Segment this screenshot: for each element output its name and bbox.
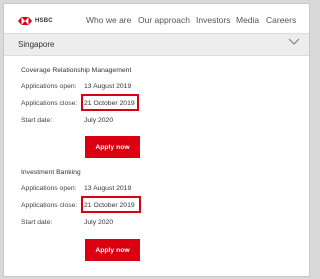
nav-who-we-are[interactable]: Who we are [86, 15, 131, 25]
apply-now-button[interactable]: Apply now [85, 239, 140, 261]
nav-media[interactable]: Media [236, 15, 259, 25]
programme-title: Coverage Relationship Management [21, 67, 132, 74]
applications-open-value: 13 August 2019 [84, 83, 132, 90]
applications-open-label: Applications open: [21, 83, 77, 90]
applications-close-label: Applications close: [21, 202, 78, 209]
nav-investors[interactable]: Investors [196, 15, 231, 25]
chevron-down-icon [288, 38, 300, 45]
start-date-label: Start date: [21, 117, 53, 124]
site-header: HSBC Who we are Our approach Investors M… [4, 4, 309, 32]
nav-our-approach[interactable]: Our approach [138, 15, 190, 25]
start-date-label: Start date: [21, 219, 53, 226]
applications-close-value: 21 October 2019 [84, 202, 135, 209]
start-date-value: July 2020 [84, 219, 114, 226]
nav-careers[interactable]: Careers [266, 15, 296, 25]
region-selector[interactable]: Singapore [4, 33, 309, 56]
programme-title: Investment Banking [21, 169, 81, 176]
region-label: Singapore [18, 40, 55, 49]
apply-now-button[interactable]: Apply now [85, 136, 140, 158]
applications-close-label: Applications close: [21, 100, 78, 107]
start-date-value: July 2020 [84, 117, 114, 124]
applications-open-label: Applications open: [21, 185, 77, 192]
page-frame: HSBC Who we are Our approach Investors M… [3, 3, 310, 277]
applications-open-value: 13 August 2019 [84, 185, 132, 192]
applications-close-value: 21 October 2019 [84, 100, 135, 107]
main-nav: Who we are Our approach Investors Media … [4, 15, 309, 29]
